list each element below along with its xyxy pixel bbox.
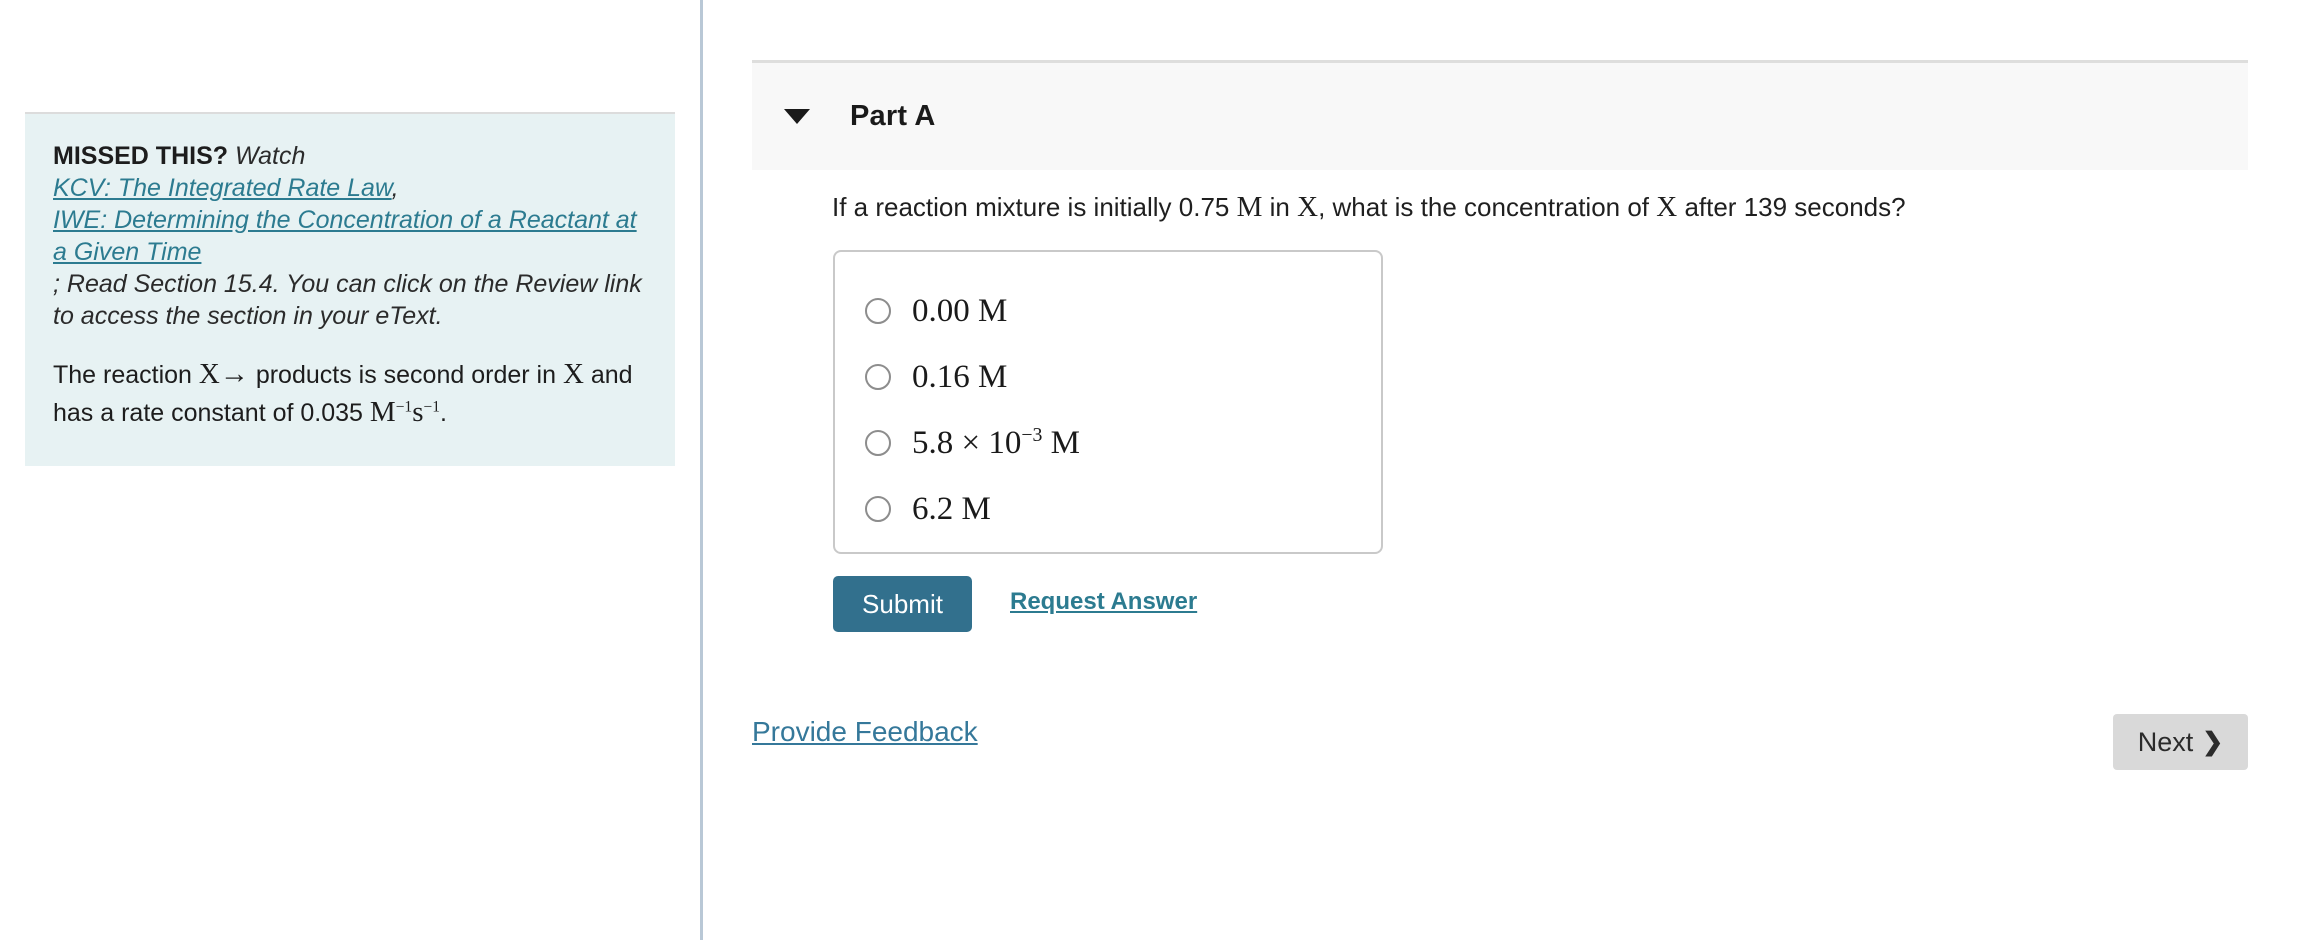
answer-choice-c[interactable]: 5.8 × 10−3 M	[835, 410, 1381, 476]
next-button-label: Next	[2137, 726, 2194, 757]
answer-choice-c-mantissa: 5.8 × 10	[912, 424, 1022, 461]
triangle-down-icon[interactable]	[784, 109, 810, 124]
missed-this-hint-panel: MISSED THIS? Watch KCV: The Integrated R…	[25, 112, 675, 466]
answer-choice-c-exponent: −3	[1021, 423, 1043, 446]
chevron-right-icon: ❯	[2202, 727, 2224, 756]
question-text-4: after 139 seconds?	[1677, 192, 1906, 222]
radio-button-icon[interactable]	[865, 364, 891, 390]
request-answer-link[interactable]: Request Answer	[1010, 588, 1197, 616]
hint-comma: ,	[391, 174, 399, 202]
radio-button-icon[interactable]	[865, 430, 891, 456]
reaction-species-2: X	[562, 358, 584, 390]
question-text-2: in	[1262, 192, 1298, 222]
submit-button[interactable]: Submit	[833, 576, 972, 632]
question-species-2: X	[1656, 191, 1678, 223]
homework-page: MISSED THIS? Watch KCV: The Integrated R…	[0, 0, 2314, 940]
answer-choice-b[interactable]: 0.16 M	[835, 344, 1381, 410]
reaction-text-1: The reaction	[53, 361, 199, 389]
answer-choice-b-label: 0.16 M	[912, 358, 1008, 395]
part-title: Part A	[850, 100, 936, 132]
answer-choice-c-label: 5.8 × 10−3 M	[912, 425, 1080, 462]
radio-button-icon[interactable]	[865, 496, 891, 522]
hint-link-iwe[interactable]: IWE: Determining the Concentration of a …	[53, 206, 637, 266]
question-text-1: If a reaction mixture is initially 0.75	[832, 192, 1237, 222]
reaction-period: .	[439, 399, 447, 427]
provide-feedback-link[interactable]: Provide Feedback	[752, 716, 978, 748]
next-button[interactable]: Next ❯	[2113, 714, 2248, 770]
missed-this-label: MISSED THIS?	[53, 142, 229, 170]
reaction-arrow-icon: →	[219, 358, 249, 390]
column-divider	[700, 0, 703, 940]
radio-button-icon[interactable]	[865, 298, 891, 324]
question-unit-molarity: M	[1236, 191, 1263, 223]
answer-choice-d-label: 6.2 M	[912, 490, 991, 527]
hint-text: MISSED THIS? Watch KCV: The Integrated R…	[53, 140, 647, 332]
watch-word: Watch	[228, 142, 306, 170]
answer-choice-d[interactable]: 6.2 M	[835, 476, 1381, 542]
answer-choice-c-unit: M	[1050, 424, 1081, 461]
part-a-header[interactable]: Part A	[752, 60, 2248, 170]
rate-unit-molarity: M	[369, 396, 396, 428]
hint-tail-text: ; Read Section 15.4. You can click on th…	[53, 270, 642, 330]
reaction-statement: The reaction X→ products is second order…	[53, 356, 647, 432]
rate-unit-seconds-exponent: −1	[423, 398, 440, 416]
rate-unit-molarity-exponent: −1	[395, 398, 413, 416]
answer-choice-box: 0.00 M 0.16 M 5.8 × 10−3 M 6.2 M	[833, 250, 1383, 554]
answer-choice-a[interactable]: 0.00 M	[835, 278, 1381, 344]
reaction-species-1: X	[198, 358, 220, 390]
question-prompt: If a reaction mixture is initially 0.75 …	[832, 190, 2152, 224]
question-species-1: X	[1297, 191, 1319, 223]
question-text-3: , what is the concentration of	[1318, 192, 1657, 222]
rate-unit-seconds: s	[412, 396, 424, 428]
answer-choice-a-label: 0.00 M	[912, 292, 1008, 329]
reaction-text-2: products is second order in	[248, 361, 563, 389]
hint-link-kcv[interactable]: KCV: The Integrated Rate Law	[53, 174, 392, 202]
